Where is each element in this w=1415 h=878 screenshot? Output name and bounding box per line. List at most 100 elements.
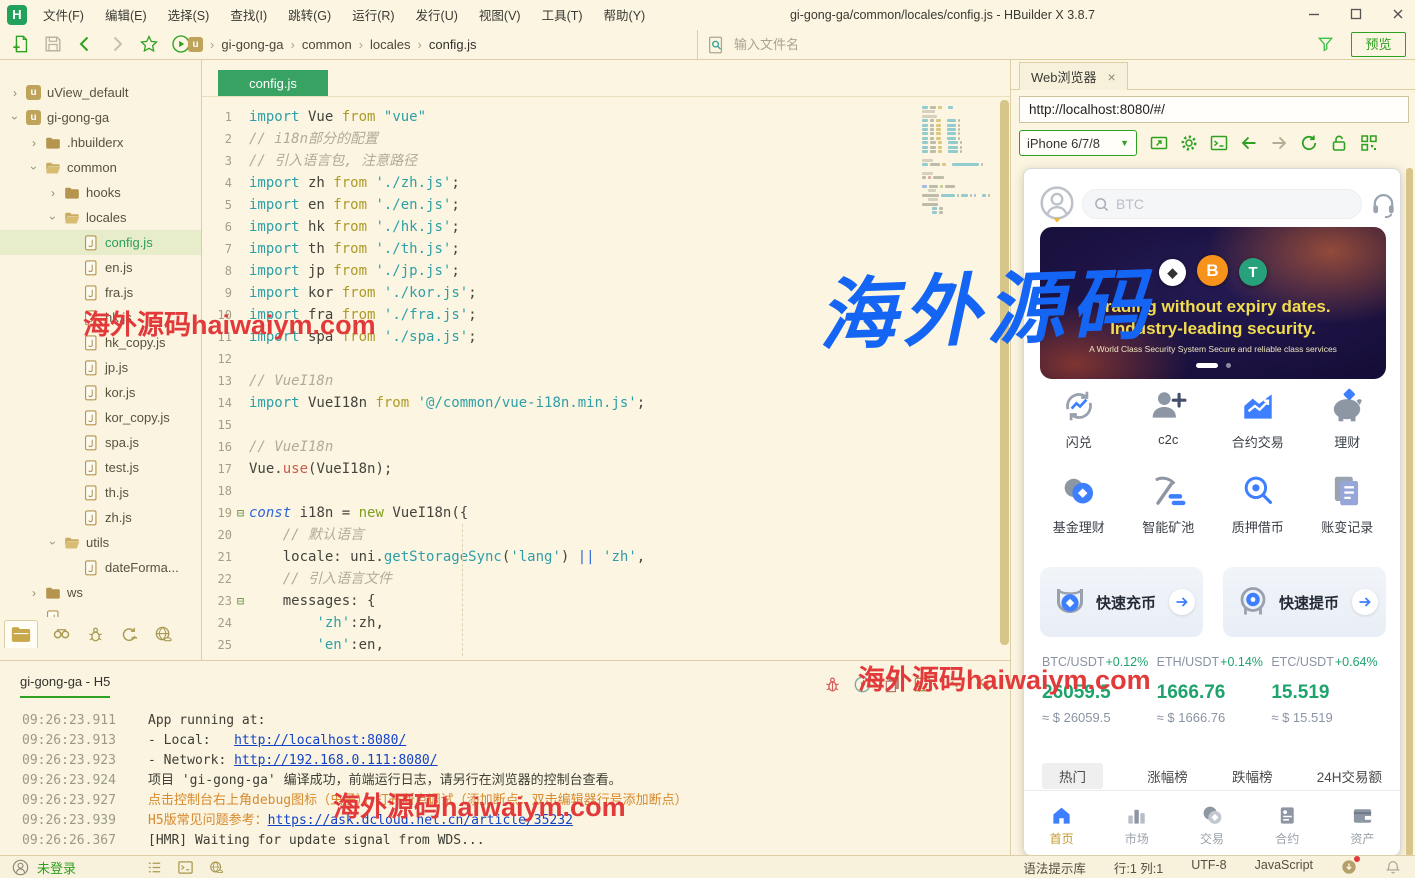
panel-scrollbar[interactable]	[1406, 168, 1413, 856]
ticker-BTC/USDT[interactable]: BTC/USDT+0.12% 26059.5 ≈ $ 26059.5	[1042, 655, 1157, 725]
quick-card-withdraw[interactable]: 快速提币	[1223, 567, 1386, 637]
console-link[interactable]: http://192.168.0.111:8080/	[234, 751, 438, 771]
app-grid-fund[interactable]: 基金理财	[1034, 472, 1124, 536]
app-search-bar[interactable]	[1082, 189, 1362, 219]
tree-item-hk_copy.js[interactable]: hk_copy.js	[0, 330, 201, 355]
file-search-box[interactable]	[697, 30, 1343, 59]
menu-item-4[interactable]: 查找(I)	[226, 3, 271, 26]
close-icon[interactable]: ×	[1108, 69, 1116, 85]
search-tab-button[interactable]	[51, 625, 72, 644]
nav-contract[interactable]: 合约	[1250, 793, 1325, 855]
tree-item-en.js[interactable]: en.js	[0, 255, 201, 280]
tree-item-hk.js[interactable]: hk.js	[0, 305, 201, 330]
preview-button[interactable]: 预览	[1351, 32, 1406, 57]
promo-banner[interactable]: ◆ B T Trading without expiry dates. Indust…	[1040, 227, 1386, 379]
breadcrumb-item-locales[interactable]: locales	[370, 37, 410, 52]
tree-item-spa.js[interactable]: spa.js	[0, 430, 201, 455]
sync-tab-button[interactable]	[119, 625, 140, 644]
app-grid-contract-trade[interactable]: 合约交易	[1213, 387, 1303, 451]
tree-item-kor_copy.js[interactable]: kor_copy.js	[0, 405, 201, 430]
forward-button[interactable]	[1269, 133, 1289, 153]
debug-tab-button[interactable]	[85, 625, 106, 644]
app-grid-pledge[interactable]: 质押借币	[1213, 472, 1303, 536]
collapse-button[interactable]	[943, 675, 962, 694]
bell-icon[interactable]	[1385, 859, 1401, 875]
tree-item-config.js[interactable]: config.js	[0, 230, 201, 255]
breadcrumb-item-gi-gong-ga[interactable]: gi-gong-ga	[221, 37, 283, 52]
lock-button[interactable]	[1329, 133, 1349, 153]
new-file-button[interactable]	[10, 33, 32, 55]
star-button[interactable]	[138, 33, 160, 55]
tree-item-zh.js[interactable]: zh.js	[0, 505, 201, 530]
console-link[interactable]: http://localhost:8080/	[234, 731, 406, 751]
tree-item-dateForma...[interactable]: dateForma...	[0, 555, 201, 580]
code-editor[interactable]: config.js 1 import Vue from "vue" 2 // i18n…	[202, 60, 1010, 660]
browser-tab[interactable]: Web浏览器 ×	[1019, 62, 1128, 90]
ticker-ETC/USDT[interactable]: ETC/USDT+0.64% 15.519 ≈ $ 15.519	[1271, 655, 1386, 725]
login-status[interactable]: 未登录	[37, 858, 76, 877]
app-grid-records[interactable]: 账变记录	[1303, 472, 1393, 536]
qrcode-button[interactable]	[1359, 133, 1379, 153]
breadcrumb-item-config.js[interactable]: config.js	[429, 37, 477, 52]
app-search-input[interactable]	[1116, 196, 1351, 212]
app-grid-c2c[interactable]: c2c	[1124, 387, 1214, 451]
market-tab-热门[interactable]: 热门	[1042, 762, 1103, 789]
console-link[interactable]: https://ask.dcloud.net.cn/article/35232	[268, 811, 573, 831]
minimap[interactable]	[922, 106, 998, 216]
code-lines[interactable]: 1 import Vue from "vue" 2 // i18n部分的配置 3 // 引…	[202, 106, 1010, 656]
menu-item-6[interactable]: 运行(R)	[348, 3, 398, 26]
tree-item-jp.js[interactable]: jp.js	[0, 355, 201, 380]
arrow-right-icon[interactable]	[1352, 589, 1378, 615]
menu-item-1[interactable]: 文件(F)	[39, 3, 88, 26]
carousel-indicator[interactable]	[1040, 363, 1386, 368]
tree-item-kor.js[interactable]: kor.js	[0, 380, 201, 405]
support-headset-icon[interactable]	[1370, 191, 1397, 218]
copy-button[interactable]	[883, 675, 902, 694]
menu-item-5[interactable]: 跳转(G)	[284, 3, 335, 26]
tree-item-th.js[interactable]: th.js	[0, 480, 201, 505]
clear-button[interactable]	[973, 675, 992, 694]
debug-button[interactable]	[823, 675, 842, 694]
maximize-button[interactable]	[1349, 7, 1363, 21]
avatar[interactable]	[1038, 185, 1076, 223]
arrow-right-icon[interactable]	[1169, 589, 1195, 615]
outline-icon[interactable]	[146, 859, 163, 876]
update-icon[interactable]	[1341, 856, 1360, 875]
console-tab[interactable]: gi-gong-ga - H5	[20, 674, 111, 698]
nav-assets[interactable]: 资产	[1325, 793, 1400, 855]
terminal-icon[interactable]	[177, 859, 194, 876]
url-input[interactable]	[1019, 96, 1409, 123]
fold-marker-icon[interactable]: ⊟	[232, 590, 249, 612]
nav-market[interactable]: 市场	[1099, 793, 1174, 855]
terminal-button[interactable]	[1209, 133, 1229, 153]
tree-item-locales[interactable]: › locales	[0, 205, 201, 230]
breadcrumb-item-common[interactable]: common	[302, 37, 352, 52]
save-button[interactable]	[42, 33, 64, 55]
phone-preview[interactable]: ◆ BT Trading without expiry dates. Indust…	[1023, 168, 1401, 856]
run-button[interactable]	[853, 675, 872, 694]
menu-item-3[interactable]: 选择(S)	[164, 3, 214, 26]
tree-item-utils[interactable]: › utils	[0, 530, 201, 555]
file-search-input[interactable]	[734, 37, 1308, 52]
filter-icon[interactable]	[1316, 35, 1335, 54]
tree-item-hooks[interactable]: › hooks	[0, 180, 201, 205]
tree-item-.hbuilderx[interactable]: › .hbuilderx	[0, 130, 201, 155]
screen-button[interactable]	[1149, 133, 1169, 153]
tree-item-fra.js[interactable]: fra.js	[0, 280, 201, 305]
browser-tab-button[interactable]	[153, 625, 174, 644]
settings-button[interactable]	[1179, 133, 1199, 153]
tree-item-ws[interactable]: › ws	[0, 580, 201, 605]
menu-item-8[interactable]: 视图(V)	[475, 3, 525, 26]
tree-item-common[interactable]: › common	[0, 155, 201, 180]
market-tab-24H交易额[interactable]: 24H交易额	[1317, 766, 1382, 786]
tree-item-test.js[interactable]: test.js	[0, 455, 201, 480]
ticker-ETH/USDT[interactable]: ETH/USDT+0.14% 1666.76 ≈ $ 1666.76	[1157, 655, 1272, 725]
tree-item-uView_default[interactable]: › u uView_default	[0, 80, 201, 105]
editor-scrollbar[interactable]	[1000, 100, 1009, 645]
app-grid-wealth[interactable]: 理财	[1303, 387, 1393, 451]
user-icon[interactable]	[12, 859, 29, 876]
quick-card-deposit[interactable]: 快速充币	[1040, 567, 1203, 637]
nav-trade[interactable]: 交易	[1174, 793, 1249, 855]
back-button[interactable]	[1239, 133, 1259, 153]
tree-item-gi-gong-ga[interactable]: › u gi-gong-ga	[0, 105, 201, 130]
